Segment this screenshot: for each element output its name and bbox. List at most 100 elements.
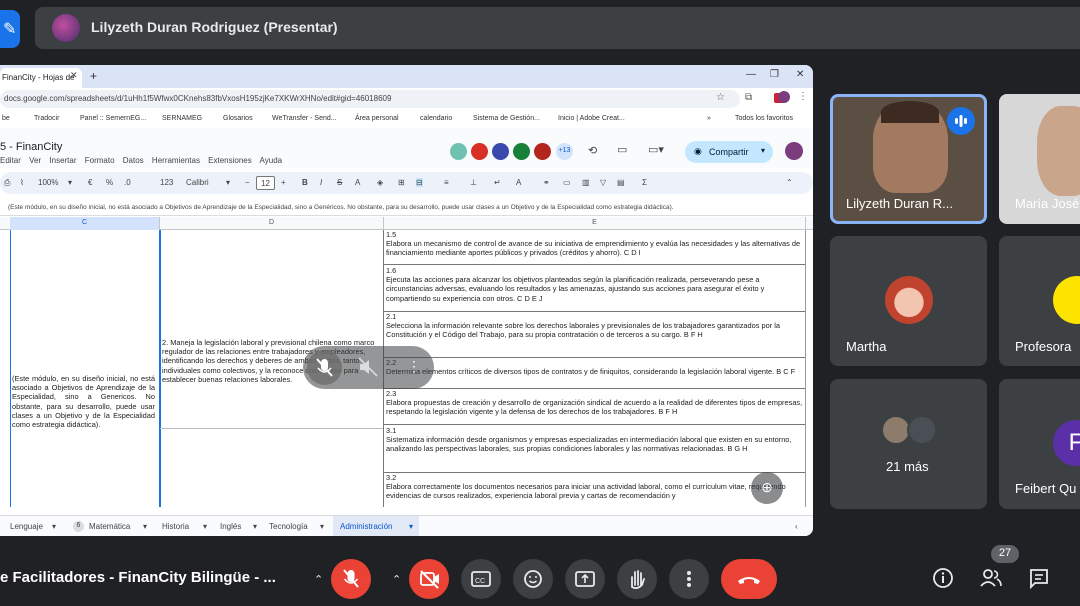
italic-icon[interactable]: I [320, 178, 322, 187]
collaborator-avatar[interactable] [471, 143, 488, 160]
close-icon[interactable]: ✕ [70, 70, 78, 81]
collaborator-count[interactable]: +13 [556, 143, 573, 160]
sheet-tab[interactable]: Inglés [220, 522, 241, 531]
cell-e[interactable]: 1.5 Elabora un mecanismo de control de a… [386, 230, 804, 264]
column-header[interactable]: D [160, 217, 384, 230]
bookmark[interactable]: be [2, 115, 10, 122]
menu-item[interactable]: Editar [0, 156, 21, 165]
bookmark[interactable]: WeTransfer - Send... [272, 115, 337, 122]
menu-item[interactable]: Insertar [49, 156, 76, 165]
more-icon[interactable]: ⋮ [798, 91, 808, 102]
bookmark[interactable]: Sistema de Gestión... [473, 115, 540, 122]
chart-icon[interactable]: ▥ [582, 178, 590, 187]
print-icon[interactable]: ⎙ [4, 178, 10, 188]
participant-tile[interactable]: F Feibert Qu [999, 379, 1080, 509]
column-header[interactable]: C [10, 217, 160, 230]
cell-e[interactable]: 1.6 Ejecuta las acciones para alcanzar l… [386, 266, 804, 310]
filter-views-icon[interactable]: ▤ [617, 178, 625, 187]
chevron-down-icon[interactable]: ▾ [226, 178, 230, 187]
menu-item[interactable]: Extensiones [208, 156, 252, 165]
edit-chip[interactable]: ✎ [0, 10, 20, 48]
captions-button[interactable]: CC [461, 559, 501, 599]
participant-tile-active[interactable]: Lilyzeth Duran R... [830, 94, 987, 224]
history-icon[interactable]: ⟲ [588, 144, 597, 157]
url-field[interactable]: docs.google.com/spreadsheets/d/1uHh1f5Wf… [0, 90, 740, 108]
chevron-down-icon[interactable]: ▾ [203, 522, 207, 531]
wrap-icon[interactable]: ↵ [494, 178, 501, 187]
comment-add-icon[interactable]: ▭ [563, 178, 571, 187]
cell-e[interactable]: 3.1 Sistematiza información desde organi… [386, 426, 804, 470]
star-icon[interactable]: ☆ [716, 92, 725, 103]
minimize-icon[interactable]: — [746, 69, 756, 80]
cell-e[interactable]: 2.1 Selecciona la información relevante … [386, 312, 804, 356]
bookmark[interactable]: Área personal [355, 115, 399, 122]
extensions-icon[interactable]: ⧉ [745, 92, 752, 103]
strikethrough-icon[interactable]: S [337, 178, 342, 187]
bookmark[interactable]: Inicio | Adobe Creat... [558, 115, 625, 122]
fill-color-icon[interactable]: ◈ [377, 178, 383, 187]
collaborator-avatar[interactable] [513, 143, 530, 160]
functions-icon[interactable]: Σ [642, 178, 647, 187]
formula-bar[interactable]: (Este módulo, en su diseño inicial, no e… [0, 200, 813, 216]
speaker-off-icon[interactable] [357, 356, 379, 378]
rotate-icon[interactable]: A [516, 178, 521, 187]
profile-avatar[interactable] [778, 91, 790, 103]
people-icon[interactable] [979, 567, 1003, 589]
borders-icon[interactable]: ⊞ [398, 178, 405, 187]
present-button[interactable] [565, 559, 605, 599]
bookmark[interactable]: Tradocir [34, 115, 59, 122]
document-title[interactable]: 5 - FinanCity [0, 141, 62, 153]
comment-icon[interactable]: ▭ [617, 143, 627, 156]
menu-item[interactable]: Ver [29, 156, 41, 165]
more-vert-icon[interactable]: ⋮ [407, 358, 421, 375]
mic-toggle-button[interactable] [331, 559, 371, 599]
sheet-tab[interactable]: Tecnología [269, 522, 308, 531]
menu-item[interactable]: Formato [85, 156, 115, 165]
bookmark[interactable]: Todos los favoritos [735, 115, 793, 122]
currency-button[interactable]: € [88, 178, 92, 187]
bold-icon[interactable]: B [302, 178, 308, 187]
bookmark[interactable]: Panel :: SemernEG... [80, 115, 146, 122]
zoom-select[interactable]: 100% [38, 178, 58, 187]
mic-off-icon[interactable] [307, 350, 342, 385]
menu-item[interactable]: Herramientas [152, 156, 200, 165]
text-color-icon[interactable]: A [355, 178, 360, 187]
chevron-down-icon[interactable]: ▾ [253, 522, 257, 531]
participant-tile[interactable]: María José [999, 94, 1080, 224]
raise-hand-button[interactable] [617, 559, 657, 599]
cell-c[interactable]: (Este módulo, en su diseño inicial, no e… [12, 374, 155, 429]
align-icon[interactable]: ≡ [444, 178, 449, 187]
close-window-icon[interactable]: ✕ [796, 69, 804, 80]
format-button[interactable]: 123 [160, 178, 173, 187]
menu-item[interactable]: Ayuda [260, 156, 283, 165]
chevron-right-icon[interactable]: » [707, 115, 711, 122]
bookmark[interactable]: Glosarios [223, 115, 253, 122]
font-select[interactable]: Calibri [186, 178, 209, 187]
presenter-banner[interactable]: Lilyzeth Duran Rodriguez (Presentar) [35, 7, 1080, 49]
link-icon[interactable]: ⚭ [543, 178, 550, 187]
chevron-down-icon[interactable]: ▾ [52, 522, 56, 531]
reactions-button[interactable] [513, 559, 553, 599]
sheet-tab[interactable]: Matemática [89, 522, 130, 531]
info-icon[interactable] [932, 567, 954, 589]
participant-tile[interactable]: Profesora [999, 236, 1080, 366]
bookmark[interactable]: SERNAMEG [162, 115, 202, 122]
zoom-icon[interactable]: ⊕ [751, 472, 783, 504]
plus-icon[interactable]: + [281, 178, 286, 187]
chevron-down-icon[interactable]: ▾ [68, 178, 72, 187]
sheet-tab[interactable]: Historia [162, 522, 189, 531]
filter-icon[interactable]: ▽ [600, 178, 606, 187]
column-header[interactable]: E [384, 217, 806, 230]
chevron-up-icon[interactable]: ⌃ [314, 573, 323, 586]
cell-e[interactable]: 3.2 Elabora correctamente los documentos… [386, 473, 804, 507]
merge-icon[interactable]: ⊟ [416, 178, 423, 187]
chat-icon[interactable] [1028, 567, 1050, 589]
new-tab-icon[interactable]: + [90, 69, 97, 83]
cell-e[interactable]: 2.3 Elabora propuestas de creación y des… [386, 389, 804, 423]
minus-icon[interactable]: − [245, 178, 250, 187]
bookmark[interactable]: calendario [420, 115, 452, 122]
collaborator-avatar[interactable] [492, 143, 509, 160]
collapse-icon[interactable]: ⌃ [786, 178, 793, 187]
meet-icon[interactable]: ▭▾ [648, 143, 664, 156]
font-size-input[interactable]: 12 [256, 176, 275, 190]
